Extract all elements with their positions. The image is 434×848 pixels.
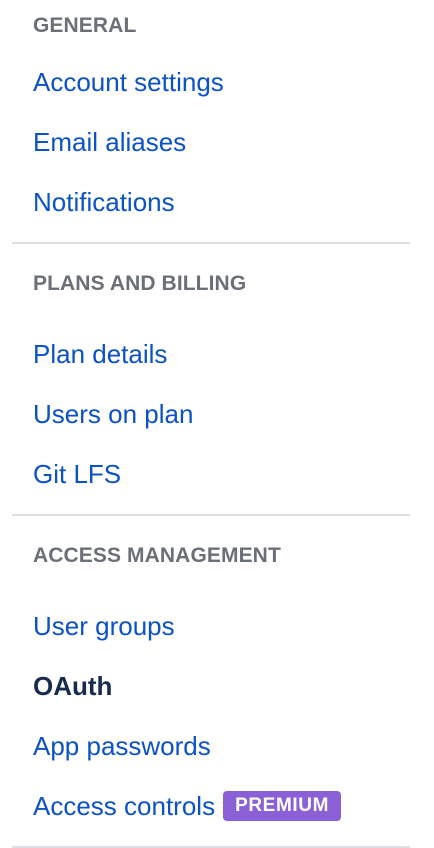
section-access-management: ACCESS MANAGEMENT User groups OAuth App … <box>0 516 434 836</box>
nav-item-access-controls[interactable]: Access controls PREMIUM <box>33 776 434 836</box>
section-plans-billing: PLANS AND BILLING Plan details Users on … <box>0 244 434 504</box>
nav-item-git-lfs[interactable]: Git LFS <box>33 444 434 504</box>
nav-item-user-groups[interactable]: User groups <box>33 596 434 656</box>
access-controls-wrap: Access controls PREMIUM <box>33 776 341 836</box>
nav-item-oauth[interactable]: OAuth <box>33 656 434 716</box>
section-heading-general: GENERAL <box>33 14 137 37</box>
nav-item-account-settings[interactable]: Account settings <box>33 52 434 112</box>
nav-item-notifications[interactable]: Notifications <box>33 172 434 232</box>
settings-sidebar-nav: GENERAL Account settings Email aliases N… <box>0 0 434 848</box>
section-heading-access-management: ACCESS MANAGEMENT <box>33 544 281 567</box>
section-general: GENERAL Account settings Email aliases N… <box>0 0 434 232</box>
premium-badge: PREMIUM <box>223 791 341 821</box>
nav-item-access-controls-label: Access controls <box>33 791 216 821</box>
nav-item-app-passwords[interactable]: App passwords <box>33 716 434 776</box>
nav-item-plan-details[interactable]: Plan details <box>33 324 434 384</box>
nav-item-users-on-plan[interactable]: Users on plan <box>33 384 434 444</box>
section-heading-plans-billing: PLANS AND BILLING <box>33 272 247 295</box>
nav-item-email-aliases[interactable]: Email aliases <box>33 112 434 172</box>
